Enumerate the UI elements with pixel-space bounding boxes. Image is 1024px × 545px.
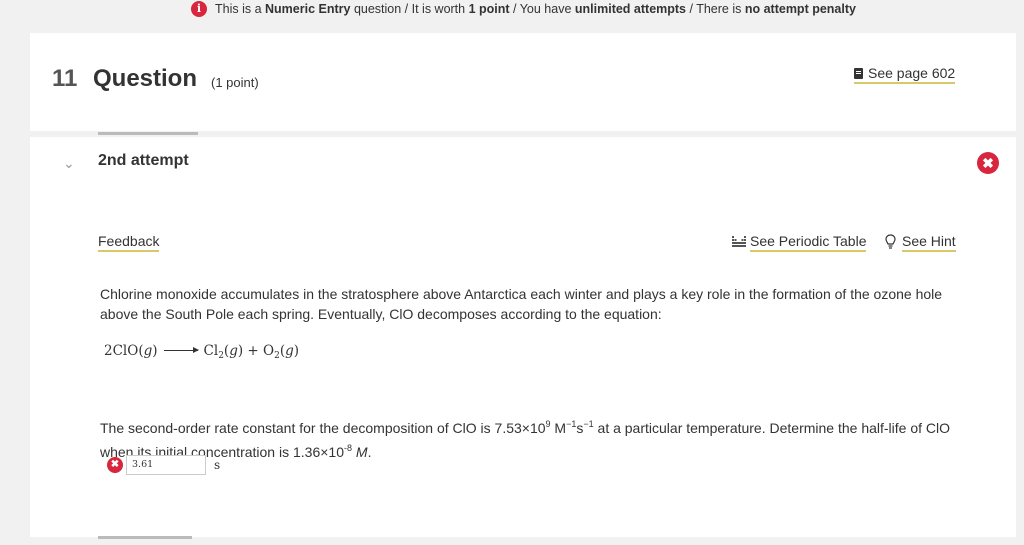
reaction-arrow [163,347,199,353]
attempt-card: ⌄ 2nd attempt ✖ Feedback See Periodic Ta… [30,137,1016,537]
question-header-card: 11 Question (1 point) See page 602 [30,33,1016,131]
book-icon [854,68,863,79]
periodic-table-label: See Periodic Table [750,233,867,252]
periodic-table-icon [732,236,746,247]
feedback-link[interactable]: Feedback [98,233,160,252]
info-icon: i [191,1,207,17]
incorrect-icon: ✖ [107,457,123,473]
question-title: Question [93,65,198,92]
see-page-label: See page 602 [868,65,956,81]
banner-text: This is a Numeric Entry question / It is… [215,2,856,16]
close-icon[interactable]: ✖ [977,152,999,174]
hint-link[interactable]: See Hint [885,233,956,252]
chevron-down-icon[interactable]: ⌄ [63,155,75,172]
tab-indicator-bottom [98,536,192,539]
answer-unit: s [214,458,221,472]
question-paragraph: Chlorine monoxide accumulates in the str… [100,286,943,322]
question-prompt: The second-order rate constant for the d… [100,419,951,460]
periodic-table-link[interactable]: See Periodic Table [732,233,867,252]
question-number: 11 [52,65,78,92]
question-points: (1 point) [211,75,259,90]
answer-input[interactable]: 3.61 [126,455,206,475]
lightbulb-icon [885,234,896,249]
chemical-equation: 2ClO(g) Cl2(g) + O2(g) [104,343,300,361]
hint-label: See Hint [902,233,956,252]
attempt-label[interactable]: 2nd attempt [98,152,189,170]
question-info-banner: i This is a Numeric Entry question / It … [0,0,1024,20]
see-page-link[interactable]: See page 602 [854,65,956,84]
tab-indicator [98,132,198,135]
